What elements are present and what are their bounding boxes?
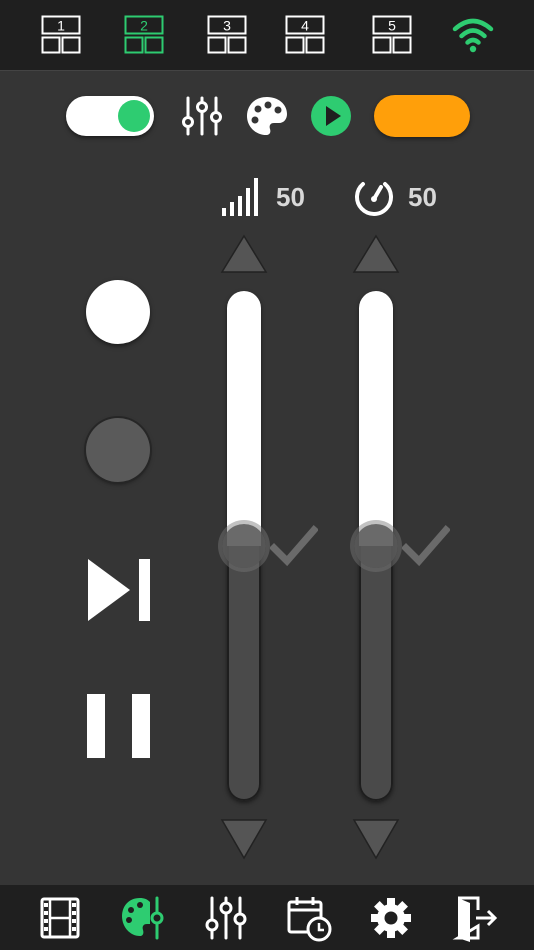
layout-4-label: 4 bbox=[301, 18, 309, 34]
layout-button-5[interactable]: 5 bbox=[372, 15, 412, 55]
signal-decrease-button[interactable] bbox=[220, 818, 268, 860]
sliders-icon[interactable] bbox=[200, 892, 252, 944]
signal-increase-button[interactable] bbox=[220, 234, 268, 274]
speed-slider-thumb[interactable] bbox=[354, 524, 398, 568]
toggle-knob bbox=[118, 100, 150, 132]
top-bar: 1 2 3 4 5 bbox=[0, 0, 534, 70]
layout-1-label: 1 bbox=[57, 18, 65, 34]
control-panel bbox=[0, 70, 534, 886]
speed-value: 50 bbox=[408, 182, 437, 212]
record-gray-button[interactable] bbox=[86, 418, 150, 482]
layout-5-label: 5 bbox=[388, 18, 396, 34]
layout-button-1[interactable]: 1 bbox=[41, 15, 81, 55]
layout-3-label: 3 bbox=[223, 18, 231, 34]
speed-slider-fill bbox=[359, 291, 393, 546]
speed-confirm-check-icon[interactable] bbox=[402, 524, 450, 568]
layout-3-icon: 3 bbox=[207, 15, 247, 54]
palette-icon[interactable] bbox=[116, 892, 168, 944]
bottom-navigation bbox=[0, 885, 534, 950]
speed-increase-button[interactable] bbox=[352, 234, 400, 274]
layout-button-3[interactable]: 3 bbox=[207, 15, 247, 55]
signal-strength-icon bbox=[222, 178, 258, 216]
play-icon[interactable] bbox=[310, 95, 352, 137]
signal-confirm-check-icon[interactable] bbox=[270, 524, 318, 568]
gear-icon[interactable] bbox=[365, 892, 417, 944]
exit-icon[interactable] bbox=[448, 892, 500, 944]
pause-button[interactable] bbox=[86, 694, 152, 758]
layout-2-label: 2 bbox=[140, 18, 148, 34]
layout-1-icon: 1 bbox=[41, 15, 81, 54]
layout-2-icon: 2 bbox=[124, 15, 164, 54]
speed-decrease-button[interactable] bbox=[352, 818, 400, 860]
layout-5-icon: 5 bbox=[372, 15, 412, 54]
skip-next-button[interactable] bbox=[86, 557, 152, 623]
power-toggle[interactable] bbox=[66, 96, 154, 136]
layout-button-4[interactable]: 4 bbox=[285, 15, 325, 55]
calendar-clock-icon[interactable] bbox=[283, 892, 335, 944]
layout-button-2[interactable]: 2 bbox=[124, 15, 164, 55]
film-icon[interactable] bbox=[34, 892, 86, 944]
record-white-button[interactable] bbox=[86, 280, 150, 344]
orange-action-button[interactable] bbox=[374, 95, 470, 137]
speedometer-icon bbox=[355, 182, 393, 216]
wifi-icon[interactable] bbox=[452, 16, 494, 54]
layout-4-icon: 4 bbox=[285, 15, 325, 54]
sliders-icon[interactable] bbox=[181, 95, 223, 137]
signal-slider-thumb[interactable] bbox=[222, 524, 266, 568]
signal-slider-fill bbox=[227, 291, 261, 546]
palette-icon[interactable] bbox=[245, 95, 289, 137]
signal-value: 50 bbox=[276, 182, 305, 212]
